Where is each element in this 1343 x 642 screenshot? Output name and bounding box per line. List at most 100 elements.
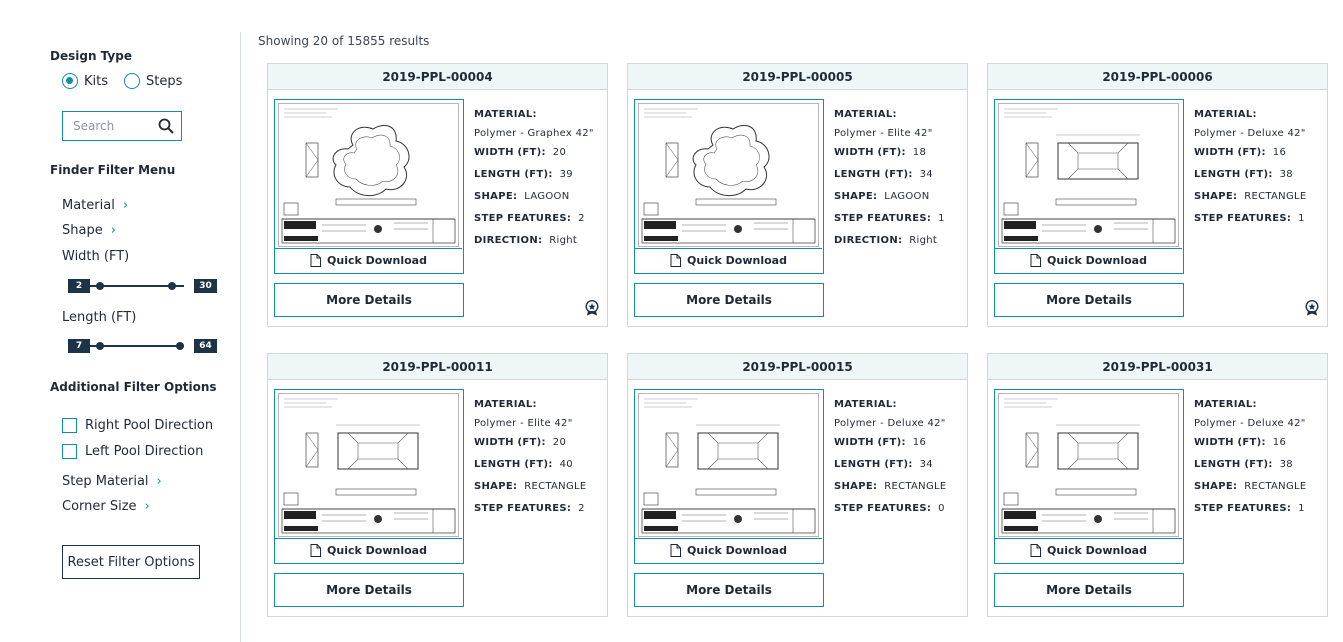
- step-features-value: 1: [1298, 503, 1305, 514]
- pool-plan-drawing[interactable]: [638, 103, 819, 247]
- pool-plan-drawing[interactable]: [998, 103, 1179, 247]
- material-label: MATERIAL:: [1194, 399, 1257, 410]
- width-label: WIDTH (FT):: [834, 147, 906, 158]
- width-max-handle[interactable]: [168, 282, 176, 290]
- width-value: 20: [552, 437, 567, 448]
- filter-shape[interactable]: Shape ›: [62, 223, 116, 238]
- material-label: MATERIAL:: [1194, 109, 1257, 120]
- quick-download-button[interactable]: Quick Download: [995, 248, 1182, 272]
- results-count: Showing 20 of 15855 results: [258, 34, 430, 48]
- plan-thumbnail[interactable]: Quick Download: [274, 99, 464, 274]
- step-features-value: 1: [938, 213, 945, 224]
- shape-value: LAGOON: [884, 191, 930, 202]
- search-input[interactable]: Search: [63, 119, 157, 133]
- quick-download-button[interactable]: Quick Download: [275, 538, 462, 562]
- material-value: Polymer - Deluxe 42": [1194, 128, 1306, 139]
- filter-step-material[interactable]: Step Material ›: [62, 474, 162, 489]
- more-details-button[interactable]: More Details: [994, 283, 1184, 317]
- search-icon[interactable]: [157, 117, 175, 135]
- more-details-button[interactable]: More Details: [634, 283, 824, 317]
- radio-kits[interactable]: [62, 73, 78, 89]
- plan-thumbnail[interactable]: Quick Download: [634, 389, 824, 564]
- shape-label: SHAPE:: [1194, 191, 1238, 202]
- step-features-label: STEP FEATURES:: [834, 503, 932, 514]
- more-details-button[interactable]: More Details: [994, 573, 1184, 607]
- step-features-value: 0: [938, 503, 945, 514]
- quick-download-label: Quick Download: [1047, 254, 1147, 267]
- width-label: WIDTH (FT):: [1194, 147, 1266, 158]
- shape-label: SHAPE:: [1194, 481, 1238, 492]
- product-card: 2019-PPL-00005 Quick Download More Details…: [627, 63, 968, 327]
- left-direction-checkbox[interactable]: [62, 444, 77, 459]
- width-value: 16: [912, 437, 927, 448]
- product-card: 2019-PPL-00011 Quick Download More Details…: [267, 353, 608, 617]
- shape-label: SHAPE:: [474, 481, 518, 492]
- length-label: Length (FT): [62, 310, 137, 325]
- length-value: 39: [559, 169, 573, 180]
- quick-download-button[interactable]: Quick Download: [275, 248, 462, 272]
- shape-value: RECTANGLE: [1244, 481, 1307, 492]
- material-label: MATERIAL:: [474, 399, 537, 410]
- pool-plan-drawing[interactable]: [998, 393, 1179, 537]
- radio-steps[interactable]: [124, 73, 141, 89]
- filter-material[interactable]: Material ›: [62, 198, 128, 213]
- shape-value: LAGOON: [524, 191, 570, 202]
- product-specs: MATERIAL: Polymer - Graphex 42" WIDTH (FT)…: [474, 104, 594, 252]
- quick-download-label: Quick Download: [687, 254, 787, 267]
- length-value: 38: [1279, 169, 1293, 180]
- quick-download-label: Quick Download: [327, 544, 427, 557]
- width-slider[interactable]: 2 30: [68, 279, 218, 293]
- length-max-handle[interactable]: [176, 342, 184, 350]
- quick-download-label: Quick Download: [1047, 544, 1147, 557]
- width-value: 20: [552, 147, 567, 158]
- more-details-button[interactable]: More Details: [634, 573, 824, 607]
- more-details-button[interactable]: More Details: [274, 573, 464, 607]
- plan-thumbnail[interactable]: Quick Download: [274, 389, 464, 564]
- material-value: Polymer - Graphex 42": [474, 128, 594, 139]
- right-direction-label[interactable]: Right Pool Direction: [85, 418, 213, 433]
- material-value: Polymer - Elite 42": [834, 128, 933, 139]
- length-slider[interactable]: 7 64: [68, 339, 218, 353]
- plan-thumbnail[interactable]: Quick Download: [994, 99, 1184, 274]
- search-field[interactable]: Search: [62, 111, 182, 141]
- step-features-label: STEP FEATURES:: [474, 503, 572, 514]
- shape-value: RECTANGLE: [884, 481, 947, 492]
- more-details-button[interactable]: More Details: [274, 283, 464, 317]
- shape-label: SHAPE:: [834, 481, 878, 492]
- right-direction-checkbox[interactable]: [62, 418, 77, 433]
- pool-plan-drawing[interactable]: [638, 393, 819, 537]
- quick-download-button[interactable]: Quick Download: [995, 538, 1182, 562]
- filter-step-material-label: Step Material: [62, 474, 149, 489]
- width-min-handle[interactable]: [96, 282, 104, 290]
- filter-sidebar: Design Type Kits Steps Search Finder Fil…: [0, 0, 240, 642]
- step-features-value: 2: [578, 213, 585, 224]
- filter-corner-size[interactable]: Corner Size ›: [62, 499, 150, 514]
- length-label: LENGTH (FT):: [834, 169, 913, 180]
- quick-download-label: Quick Download: [687, 544, 787, 557]
- left-direction-option[interactable]: Left Pool Direction: [62, 444, 203, 459]
- left-direction-label[interactable]: Left Pool Direction: [85, 444, 203, 459]
- length-max-value: 64: [194, 339, 217, 353]
- pool-plan-drawing[interactable]: [278, 103, 459, 247]
- reset-filter-button[interactable]: Reset Filter Options: [62, 545, 200, 579]
- award-badge-icon: [1305, 300, 1319, 316]
- pool-plan-drawing[interactable]: [278, 393, 459, 537]
- shape-label: SHAPE:: [834, 191, 878, 202]
- material-value: Polymer - Elite 42": [474, 418, 573, 429]
- radio-kits-label[interactable]: Kits: [84, 74, 108, 89]
- product-specs: MATERIAL: Polymer - Elite 42" WIDTH (FT): …: [474, 394, 587, 520]
- plan-thumbnail[interactable]: Quick Download: [994, 389, 1184, 564]
- length-track[interactable]: [90, 345, 184, 347]
- radio-steps-label[interactable]: Steps: [146, 74, 182, 89]
- filter-material-label: Material: [62, 198, 115, 213]
- quick-download-button[interactable]: Quick Download: [635, 248, 822, 272]
- document-icon: [670, 254, 682, 267]
- product-id: 2019-PPL-00006: [988, 64, 1327, 90]
- right-direction-option[interactable]: Right Pool Direction: [62, 418, 213, 433]
- chevron-right-icon: ›: [110, 223, 116, 238]
- document-icon: [1030, 254, 1042, 267]
- plan-thumbnail[interactable]: Quick Download: [634, 99, 824, 274]
- quick-download-button[interactable]: Quick Download: [635, 538, 822, 562]
- width-value: 16: [1272, 437, 1287, 448]
- length-min-handle[interactable]: [96, 342, 104, 350]
